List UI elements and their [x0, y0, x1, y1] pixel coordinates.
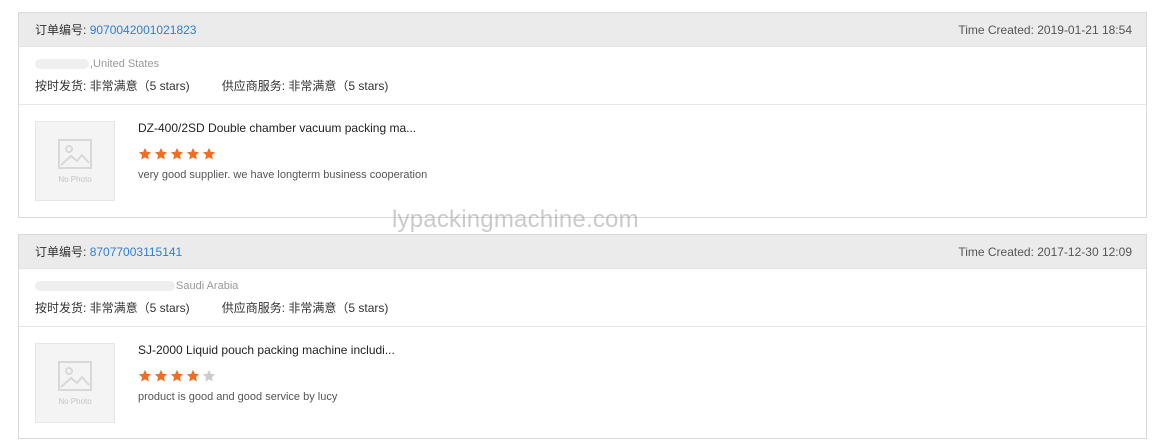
order-number-group: 订单编号: 87077003115141: [35, 243, 182, 260]
order-number-group: 订单编号: 9070042001021823: [35, 21, 196, 38]
order-header: 订单编号: 9070042001021823 Time Created: 201…: [19, 13, 1146, 47]
order-card: 订单编号: 87077003115141 Time Created: 2017-…: [18, 234, 1147, 439]
buyer-name-redacted: [35, 281, 175, 291]
on-time-delivery-rating: 按时发货: 非常满意（5 stars): [35, 301, 190, 315]
order-number-link[interactable]: 9070042001021823: [90, 23, 197, 37]
product-title[interactable]: DZ-400/2SD Double chamber vacuum packing…: [138, 121, 427, 135]
star-filled-icon: [170, 369, 184, 382]
star-filled-icon: [202, 147, 216, 160]
order-number-label: 订单编号:: [35, 23, 87, 37]
star-filled-icon: [154, 147, 168, 160]
on-time-delivery-rating: 按时发货: 非常满意（5 stars): [35, 79, 190, 93]
time-created: Time Created: 2017-12-30 12:09: [958, 244, 1132, 259]
product-review: No Photo DZ-400/2SD Double chamber vacuu…: [19, 105, 1146, 217]
product-info: DZ-400/2SD Double chamber vacuum packing…: [138, 121, 427, 181]
buyer-country: Saudi Arabia: [176, 280, 239, 292]
order-number-label: 订单编号:: [35, 245, 87, 259]
product-thumbnail[interactable]: No Photo: [35, 121, 115, 201]
star-filled-icon: [170, 147, 184, 160]
product-title[interactable]: SJ-2000 Liquid pouch packing machine inc…: [138, 343, 395, 357]
supplier-service-rating: 供应商服务: 非常满意（5 stars): [221, 301, 389, 315]
ratings-line: 按时发货: 非常满意（5 stars) 供应商服务: 非常满意（5 stars): [35, 77, 1130, 94]
buyer-country: ,United States: [90, 58, 160, 70]
no-photo-label: No Photo: [58, 396, 92, 406]
buyer-info: ,United States 按时发货: 非常满意（5 stars) 供应商服务…: [19, 47, 1146, 105]
ratings-line: 按时发货: 非常满意（5 stars) 供应商服务: 非常满意（5 stars): [35, 299, 1130, 316]
star-filled-icon: [138, 147, 152, 160]
star-filled-icon: [186, 147, 200, 160]
review-text: product is good and good service by lucy: [138, 391, 338, 403]
buyer-info: Saudi Arabia 按时发货: 非常满意（5 stars) 供应商服务: …: [19, 269, 1146, 327]
order-header: 订单编号: 87077003115141 Time Created: 2017-…: [19, 235, 1146, 269]
buyer-line: Saudi Arabia: [35, 279, 1130, 293]
order-number-link[interactable]: 87077003115141: [90, 245, 183, 259]
star-filled-icon: [154, 369, 168, 382]
buyer-line: ,United States: [35, 57, 1130, 71]
product-review: No Photo SJ-2000 Liquid pouch packing ma…: [19, 327, 1146, 439]
no-photo-label: No Photo: [58, 174, 92, 184]
star-rating: [138, 147, 427, 161]
star-rating: [138, 369, 395, 383]
image-placeholder-icon: [58, 138, 92, 169]
star-filled-icon: [138, 369, 152, 382]
image-placeholder-icon: [58, 360, 92, 391]
product-info: SJ-2000 Liquid pouch packing machine inc…: [138, 343, 395, 403]
star-filled-icon: [186, 369, 200, 382]
review-text: very good supplier. we have longterm bus…: [138, 169, 428, 181]
time-created: Time Created: 2019-01-21 18:54: [958, 22, 1132, 37]
product-thumbnail[interactable]: No Photo: [35, 343, 115, 423]
supplier-service-rating: 供应商服务: 非常满意（5 stars): [221, 79, 389, 93]
buyer-name-redacted: [35, 59, 89, 69]
star-empty-icon: [202, 369, 216, 382]
order-card: 订单编号: 9070042001021823 Time Created: 201…: [18, 12, 1147, 218]
